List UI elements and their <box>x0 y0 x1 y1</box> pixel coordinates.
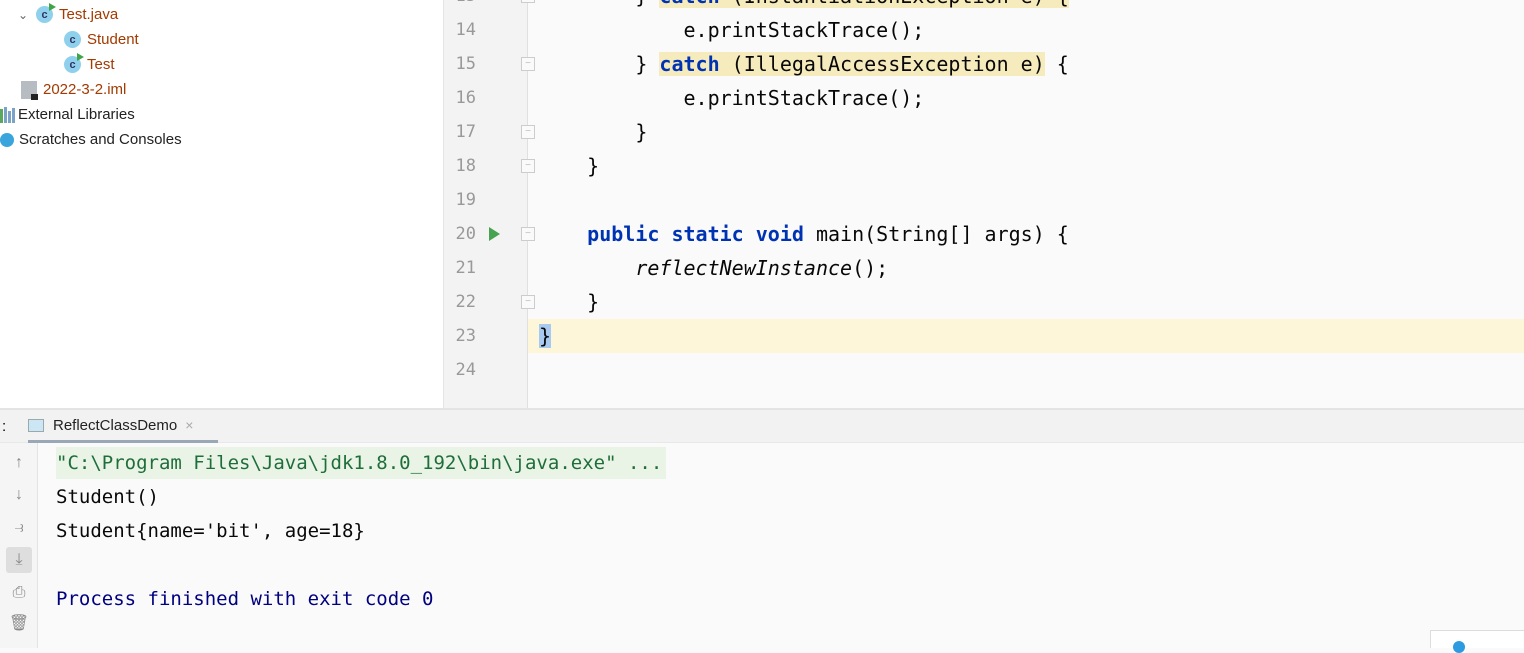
libraries-icon <box>0 106 15 123</box>
run-gutter-icon[interactable] <box>489 227 500 241</box>
chevron-down-icon[interactable]: ⌄ <box>18 8 36 22</box>
code-token: e.printStackTrace(); <box>539 86 925 110</box>
run-panel-prefix: : <box>2 418 7 435</box>
fold-icon[interactable]: − <box>521 295 535 309</box>
fold-icon[interactable]: − <box>521 0 535 3</box>
console-icon <box>28 418 44 432</box>
code-token: e.printStackTrace(); <box>539 18 925 42</box>
tree-item-label: Test <box>87 56 115 73</box>
code-token: { <box>1044 52 1069 76</box>
code-line[interactable]: e.printStackTrace(); <box>528 13 1524 47</box>
tab-label: ReflectClassDemo <box>53 416 178 434</box>
console-line: Student() <box>56 486 159 508</box>
console-toolbar: ↑ ↓ ⥽ ⤓ ⎙ 🗑 <box>0 443 38 648</box>
run-tab-bar: : ReflectClassDemo × <box>0 410 1524 443</box>
console-line: "C:\Program Files\Java\jdk1.8.0_192\bin\… <box>56 447 667 479</box>
code-line[interactable] <box>528 353 1524 387</box>
info-icon <box>1453 641 1465 653</box>
tree-item-label: Scratches and Consoles <box>19 131 182 148</box>
code-editor[interactable]: 13 14 15 16 17 18 19 20 21 22 23 24 } catch (Instan… <box>444 0 1524 408</box>
module-file-icon <box>21 80 38 100</box>
code-line[interactable]: } <box>528 319 1524 353</box>
code-token: reflectNewInstance <box>635 256 853 280</box>
code-token: catch <box>659 0 720 8</box>
code-token: (IllegalAccessException e) <box>719 52 1045 76</box>
code-token: public static void <box>587 222 804 246</box>
tree-item-iml[interactable]: 2022-3-2.iml <box>21 77 126 102</box>
tree-item-label: External Libraries <box>18 106 135 123</box>
line-number: 16 <box>455 88 476 108</box>
scroll-to-end-icon[interactable]: ⤓ <box>6 547 32 573</box>
code-line[interactable]: e.printStackTrace(); <box>528 81 1524 115</box>
code-token: } <box>539 120 648 144</box>
code-token: (InstantiationException e) { <box>719 0 1069 8</box>
code-token: catch <box>659 52 720 76</box>
tab-reflectclassdemo[interactable]: ReflectClassDemo × <box>28 410 218 443</box>
code-line[interactable]: } catch (IllegalAccessException e) { <box>528 47 1524 81</box>
scratches-icon <box>0 132 14 147</box>
code-token: (); <box>852 256 889 280</box>
trash-icon[interactable]: 🗑 <box>6 611 32 637</box>
tree-item-test[interactable]: c Test <box>64 52 115 77</box>
tree-item-scratches[interactable]: Scratches and Consoles <box>0 127 182 152</box>
java-class-runnable-icon: c <box>36 3 56 23</box>
fold-icon[interactable]: − <box>521 125 535 139</box>
console-line: Process finished with exit code 0 <box>56 588 434 610</box>
print-icon[interactable]: ⎙ <box>6 580 32 606</box>
tree-item-label: 2022-3-2.iml <box>43 81 127 98</box>
up-arrow-icon[interactable]: ↑ <box>6 450 32 476</box>
code-line[interactable]: } catch (InstantiationException e) { <box>528 0 1524 13</box>
java-class-icon: c <box>64 31 81 48</box>
code-line[interactable]: } <box>528 115 1524 149</box>
line-number: 17 <box>455 122 476 142</box>
line-number: 21 <box>455 258 476 278</box>
close-icon[interactable]: × <box>185 417 193 433</box>
java-class-runnable-icon: c <box>64 53 84 73</box>
code-line[interactable]: } <box>528 149 1524 183</box>
soft-wrap-icon[interactable]: ⥽ <box>6 515 32 541</box>
tree-item-student[interactable]: c Student <box>64 27 139 52</box>
code-token: } <box>539 0 659 8</box>
line-number: 13 <box>444 0 476 13</box>
line-number: 15 <box>455 54 476 74</box>
code-token: } <box>539 290 600 314</box>
code-token: } <box>539 52 660 76</box>
code-token: main(String[] args) { <box>803 222 1069 246</box>
line-number: 18 <box>455 156 476 176</box>
fold-icon[interactable]: − <box>521 227 535 241</box>
code-line[interactable]: reflectNewInstance(); <box>528 251 1524 285</box>
line-number: 24 <box>455 360 476 380</box>
tree-item-label: Student <box>87 31 139 48</box>
code-line[interactable] <box>528 183 1524 217</box>
line-number: 14 <box>455 20 476 40</box>
notification-popup[interactable] <box>1430 630 1524 653</box>
line-number: 23 <box>455 326 476 346</box>
console-output[interactable]: "C:\Program Files\Java\jdk1.8.0_192\bin\… <box>38 443 1524 648</box>
tree-item-external-libraries[interactable]: External Libraries <box>0 102 135 127</box>
fold-icon[interactable]: − <box>521 57 535 71</box>
code-line[interactable]: public static void main(String[] args) { <box>528 217 1524 251</box>
line-number: 19 <box>455 190 476 210</box>
line-number: 20 <box>455 224 476 244</box>
code-token: } <box>539 324 552 348</box>
tree-item-test-java[interactable]: ⌄ c Test.java <box>18 2 118 27</box>
fold-icon[interactable]: − <box>521 159 535 173</box>
down-arrow-icon[interactable]: ↓ <box>6 482 32 508</box>
project-panel: ⌄ c Test.java c Student c Test 2022-3-2.… <box>0 0 444 408</box>
line-number: 22 <box>455 292 476 312</box>
code-token: } <box>539 154 600 178</box>
editor-gutter: 13 14 15 16 17 18 19 20 21 22 23 24 <box>444 0 528 408</box>
code-line[interactable]: } <box>528 285 1524 319</box>
console-line: Student{name='bit', age=18} <box>56 520 365 542</box>
tree-item-label: Test.java <box>59 6 119 23</box>
